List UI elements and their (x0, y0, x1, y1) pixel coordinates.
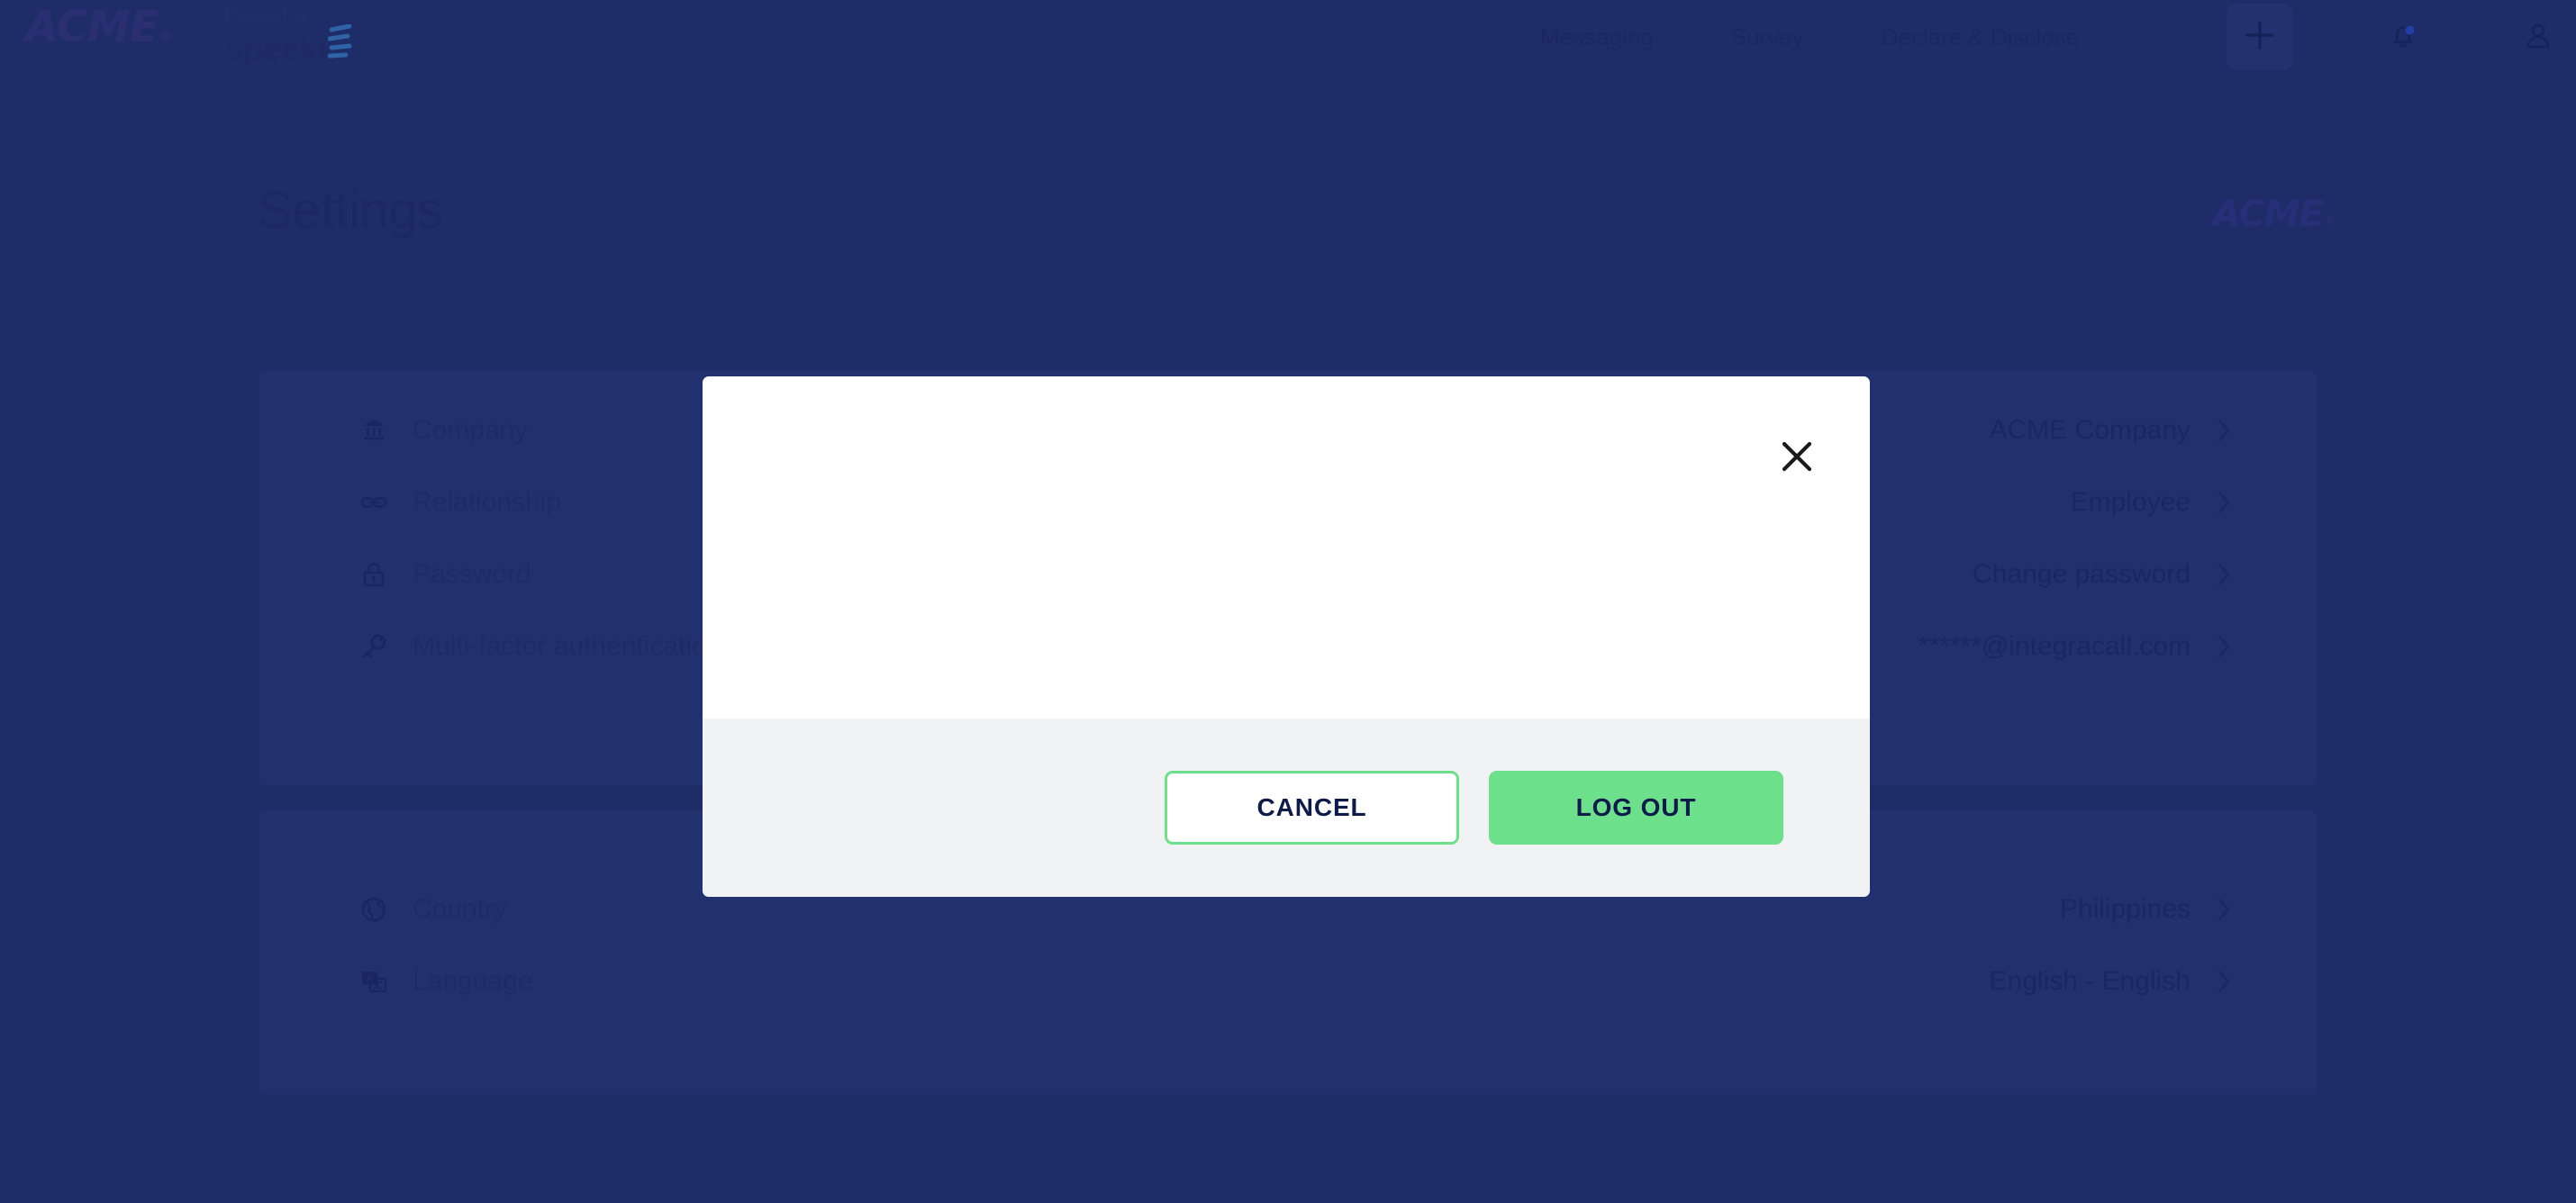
speeki-wordmark: speeki (225, 31, 326, 68)
bell-icon (2385, 18, 2421, 59)
chevron-right-icon (2216, 489, 2232, 516)
settings-label-password: Password (413, 559, 531, 589)
acme-registered-mark: ® (158, 28, 173, 46)
lock-icon (358, 559, 389, 590)
account-button[interactable] (2513, 13, 2563, 63)
row-right-password: Change password (1973, 559, 2232, 590)
change-company-modal: Change company If you want to change com… (703, 376, 1870, 897)
globe-icon (358, 894, 389, 925)
row-right-company: ACME Company (1990, 415, 2232, 446)
acme-logo[interactable]: ACME® (25, 2, 173, 52)
settings-value-multi-factor-authentication: ******@integracall.com (1918, 631, 2191, 661)
settings-label-country: Country (413, 894, 508, 924)
close-icon (1778, 438, 1816, 480)
row-right-relationship: Employee (2071, 487, 2232, 518)
settings-value-relationship: Employee (2070, 487, 2191, 517)
chevron-right-icon (2216, 896, 2232, 923)
acme-logo-text: ACME (25, 2, 159, 52)
settings-row-language[interactable]: A Language English - English (259, 945, 2317, 1018)
company-logo: ACME® (2212, 194, 2336, 235)
row-left-relationship: Relationship (259, 487, 561, 518)
settings-value-language: English - English (1989, 966, 2191, 996)
row-right-country: Philippines (2060, 894, 2232, 925)
chevron-right-icon (2216, 633, 2232, 660)
row-left-password: Password (259, 559, 531, 590)
bank-icon (358, 415, 389, 446)
company-logo-text: ACME (2212, 194, 2324, 235)
key-icon (358, 631, 389, 662)
link-icon (358, 487, 389, 518)
main-nav: Messaging Survey Declare & Disclose (1540, 0, 2079, 74)
settings-label-language: Language (413, 966, 533, 996)
cancel-button[interactable]: CANCEL (1165, 771, 1459, 845)
top-navigation-bar: ACME® Powered by speeki Messaging Survey… (0, 0, 2576, 74)
chevron-right-icon (2216, 561, 2232, 588)
add-button[interactable] (2227, 4, 2293, 70)
notification-badge-dot (2405, 25, 2415, 34)
person-icon (2520, 18, 2556, 59)
translate-icon: A (358, 966, 389, 997)
row-left-country: Country (259, 894, 507, 925)
log-out-button[interactable]: LOG OUT (1489, 771, 1783, 845)
settings-value-password: Change password (1973, 559, 2191, 589)
chevron-right-icon (2216, 968, 2232, 995)
plus-icon (2242, 17, 2278, 58)
modal-footer: CANCEL LOG OUT (703, 719, 1870, 897)
settings-label-relationship: Relationship (413, 487, 562, 517)
settings-label-multi-factor-authentication: Multi-factor authentication (413, 631, 722, 661)
notifications-button[interactable] (2378, 13, 2428, 63)
settings-value-country: Philippines (2059, 894, 2191, 924)
row-right-language: English - English (1990, 966, 2232, 997)
row-right-multi-factor-authentication: ******@integracall.com (1918, 631, 2232, 662)
settings-value-company: ACME Company (1989, 415, 2191, 445)
chevron-right-icon (2216, 417, 2232, 444)
settings-label-company: Company (413, 415, 529, 445)
nav-item-declare-and-disclose[interactable]: Declare & Disclose (1882, 23, 2080, 51)
powered-by-label: Powered by (225, 6, 308, 23)
close-button[interactable] (1776, 438, 1818, 479)
row-left-language: A Language (259, 966, 532, 997)
row-left-multi-factor-authentication: Multi-factor authentication (259, 631, 722, 662)
powered-by-speeki-logo: Powered by speeki (225, 7, 355, 67)
company-logo-registered-mark: ® (2323, 215, 2336, 230)
speeki-mark-icon (327, 23, 355, 64)
row-left-company: Company (259, 415, 528, 446)
page-title: Settings (258, 181, 443, 240)
nav-item-messaging[interactable]: Messaging (1540, 23, 1654, 51)
nav-item-survey[interactable]: Survey (1731, 23, 1804, 51)
